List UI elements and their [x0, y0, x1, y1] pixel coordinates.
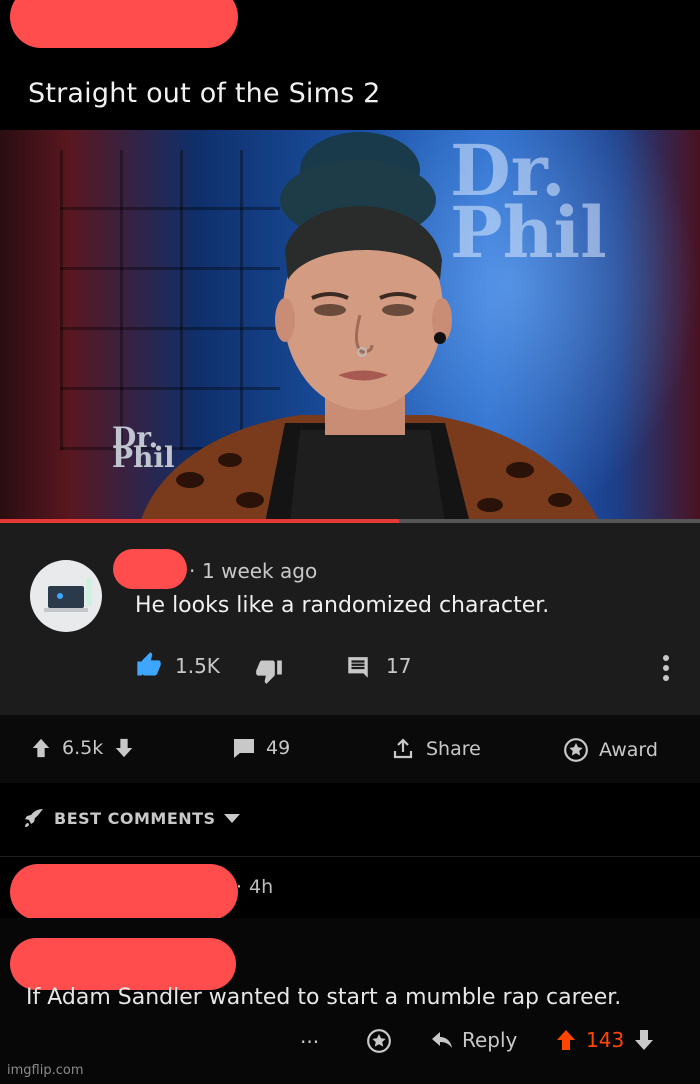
share-label: Share — [426, 738, 481, 760]
reply-arrow-icon — [430, 1029, 454, 1051]
separator-dot: · — [236, 876, 243, 898]
show-logo-small: Dr. Phil — [112, 421, 175, 474]
sort-label: BEST COMMENTS — [54, 808, 216, 828]
redacted-username — [10, 0, 238, 48]
dislike-icon[interactable] — [255, 657, 283, 685]
avatar[interactable] — [30, 560, 102, 632]
sort-dropdown[interactable]: BEST COMMENTS — [22, 806, 240, 830]
downvote-icon[interactable] — [113, 737, 135, 759]
redacted-comment-line — [10, 938, 236, 990]
share-button[interactable]: Share — [390, 737, 481, 761]
comment-actions: ··· Reply 143 — [300, 1028, 690, 1058]
reply-label: Reply — [462, 1028, 518, 1052]
post-action-bar: 6.5k 49 Share Award — [0, 715, 700, 783]
post-score: 6.5k — [62, 737, 104, 759]
redacted-commenter — [10, 864, 238, 920]
comment-text: If Adam Sandler wanted to start a mumble… — [26, 985, 622, 1010]
divider — [0, 856, 700, 857]
yt-comment-text: He looks like a randomized character. — [135, 593, 550, 618]
watermark: imgflip.com — [7, 1063, 84, 1078]
award-icon — [563, 737, 589, 763]
award-label: Award — [599, 739, 658, 761]
downvote-icon[interactable] — [632, 1028, 656, 1052]
video-frame: Dr. Phil Dr. Phil — [0, 130, 700, 523]
yt-comment-card — [0, 523, 700, 715]
person-image — [140, 132, 600, 523]
separator-dot: · — [189, 559, 196, 583]
comment-score: 143 — [586, 1028, 625, 1052]
reply-button[interactable]: Reply — [430, 1028, 517, 1052]
more-dots: ··· — [300, 1030, 320, 1054]
comment-time: 4h — [249, 876, 274, 898]
upvote-icon[interactable] — [30, 737, 52, 759]
award-icon[interactable] — [366, 1028, 392, 1054]
post-title: Straight out of the Sims 2 — [28, 78, 381, 109]
rocket-icon — [22, 806, 46, 830]
chevron-down-icon — [223, 812, 240, 824]
comment-count: 49 — [266, 737, 291, 759]
redacted-yt-username — [113, 549, 187, 589]
like-count: 1.5K — [175, 654, 220, 678]
share-icon — [390, 737, 416, 761]
reply-icon[interactable] — [345, 655, 371, 681]
upvote-icon[interactable] — [554, 1028, 578, 1052]
award-button[interactable]: Award — [563, 737, 658, 763]
yt-comment-time: 1 week ago — [202, 559, 318, 583]
reply-count: 17 — [386, 654, 412, 678]
comment-more-button[interactable]: ··· — [300, 1030, 319, 1054]
like-icon[interactable] — [135, 651, 163, 679]
more-icon[interactable] — [656, 652, 676, 684]
comment-icon[interactable] — [232, 737, 256, 759]
